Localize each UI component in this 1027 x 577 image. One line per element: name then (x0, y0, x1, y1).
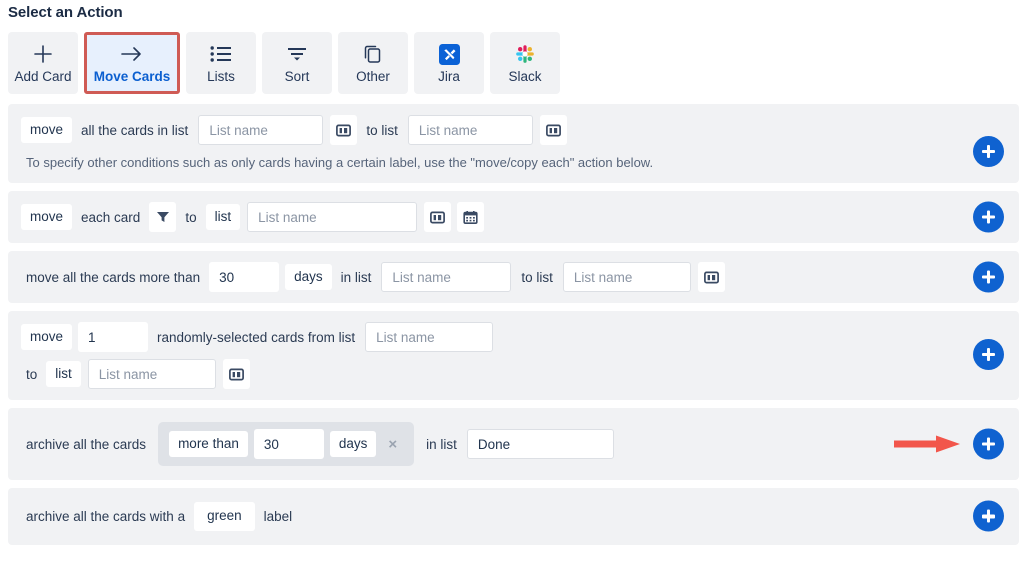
days-unit-chip[interactable]: days (329, 430, 377, 458)
toolbar-item-label: Jira (438, 69, 460, 84)
list-chip[interactable]: list (46, 360, 81, 388)
rule-hint-text: To specify other conditions such as only… (26, 155, 654, 170)
add-rule-button[interactable] (973, 339, 1004, 370)
list-chip[interactable]: list (205, 203, 241, 231)
verb-chip-move[interactable]: move (21, 116, 73, 144)
days-unit-chip[interactable]: days (285, 263, 332, 291)
static-text: to (26, 366, 38, 382)
static-text: to list (366, 122, 398, 138)
board-icon-button[interactable] (330, 115, 358, 145)
static-text: all the cards in list (81, 122, 189, 138)
toolbar-item-slack[interactable]: Slack (490, 32, 560, 94)
board-icon-button[interactable] (697, 262, 725, 292)
target-list-input[interactable]: List name (407, 115, 533, 145)
add-rule-button[interactable] (973, 261, 1004, 293)
calendar-icon (463, 210, 478, 224)
rule-row-move-all-cards-in-list: move all the cards in list List name to … (8, 104, 1019, 183)
verb-chip-move[interactable]: move (21, 323, 73, 351)
toolbar-item-label: Sort (284, 69, 310, 84)
toolbar-item-move-cards[interactable]: Move Cards (84, 32, 180, 94)
arrow-right-icon (119, 42, 145, 66)
jira-icon (438, 42, 460, 66)
toolbar-item-other[interactable]: Other (338, 32, 408, 94)
board-icon-button[interactable] (539, 115, 567, 145)
target-list-input[interactable]: List name (562, 262, 691, 292)
list-name-input[interactable]: Done (466, 429, 614, 459)
toolbar-item-label: Move Cards (93, 69, 171, 84)
label-color-chip[interactable]: green (194, 502, 255, 531)
card-count-input[interactable]: 1 (78, 322, 149, 352)
action-rules-list: move all the cards in list List name to … (8, 104, 1019, 553)
static-text: in list (340, 269, 372, 285)
condition-group: more than 30 days × (158, 422, 415, 466)
automation-action-picker: Select an Action Add Card Move Cards Lis… (0, 0, 1027, 577)
board-icon-button[interactable] (424, 202, 452, 232)
days-count-input[interactable]: 30 (209, 262, 280, 292)
static-text: archive all the cards (26, 436, 147, 452)
remove-condition-icon[interactable]: × (379, 437, 406, 452)
plus-icon (32, 42, 54, 66)
comparator-chip[interactable]: more than (169, 430, 248, 458)
add-rule-button[interactable] (973, 428, 1004, 460)
rule-row-move-cards-older-than: move all the cards more than 30 days in … (8, 251, 1019, 303)
board-icon (336, 124, 352, 136)
action-type-toolbar: Add Card Move Cards Lists Sort Other Jir… (8, 32, 560, 94)
sort-funnel-icon (286, 42, 308, 66)
toolbar-item-label: Add Card (14, 69, 72, 84)
page-title: Select an Action (8, 4, 123, 21)
static-text: label (263, 508, 293, 524)
static-text: to list (521, 269, 553, 285)
rule-row-archive-cards-older-than: archive all the cards more than 30 days … (8, 408, 1019, 480)
toolbar-item-label: Slack (508, 69, 542, 84)
board-icon (545, 124, 561, 136)
static-text: move all the cards more than (26, 269, 201, 285)
board-icon-button[interactable] (222, 359, 250, 389)
toolbar-item-lists[interactable]: Lists (186, 32, 256, 94)
verb-chip-move[interactable]: move (21, 203, 73, 231)
target-list-input[interactable]: List name (87, 359, 216, 389)
filter-icon-button[interactable] (149, 202, 177, 232)
filter-icon (156, 212, 169, 222)
copy-icon (362, 42, 384, 66)
add-rule-button[interactable] (973, 500, 1004, 532)
toolbar-item-add-card[interactable]: Add Card (8, 32, 78, 94)
static-text: archive all the cards with a (26, 508, 186, 524)
add-rule-button[interactable] (973, 201, 1004, 233)
source-list-input[interactable]: List name (381, 262, 512, 292)
source-list-input[interactable]: List name (365, 322, 494, 352)
rule-row-move-each-card: move each card to list List name (8, 191, 1019, 243)
days-count-input[interactable]: 30 (253, 429, 324, 459)
static-text: to (185, 209, 197, 225)
board-icon (703, 271, 719, 283)
board-icon (430, 211, 446, 223)
slack-icon (515, 42, 535, 66)
rule-row-archive-cards-with-label: archive all the cards with a green label (8, 488, 1019, 545)
add-rule-button[interactable] (973, 136, 1004, 167)
toolbar-item-sort[interactable]: Sort (262, 32, 332, 94)
static-text: in list (426, 436, 457, 452)
static-text: each card (81, 209, 141, 225)
static-text: randomly-selected cards from list (157, 329, 356, 345)
toolbar-item-label: Other (356, 69, 390, 84)
target-list-input[interactable]: List name (247, 202, 418, 232)
rule-row-move-randomly-selected-cards: move 1 randomly-selected cards from list… (8, 311, 1019, 400)
toolbar-item-label: Lists (207, 69, 235, 84)
source-list-input[interactable]: List name (198, 115, 324, 145)
bulleted-list-icon (210, 42, 232, 66)
toolbar-item-jira[interactable]: Jira (414, 32, 484, 94)
calendar-icon-button[interactable] (457, 202, 485, 232)
board-icon (228, 368, 244, 380)
